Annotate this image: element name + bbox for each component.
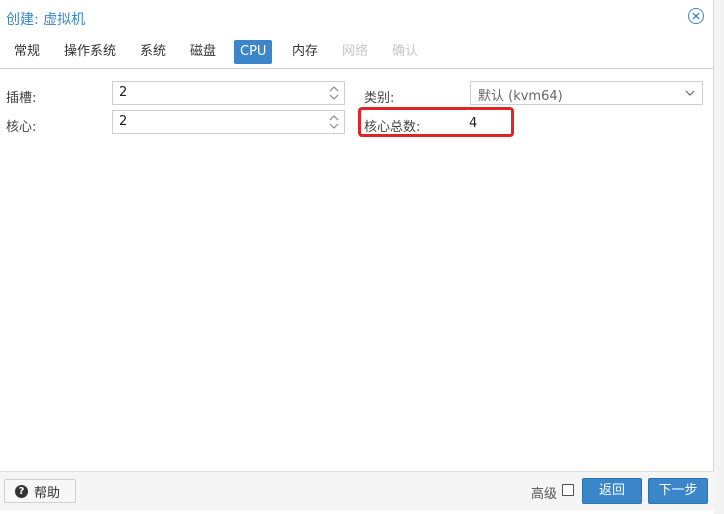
sockets-label: 插槽:	[6, 91, 37, 106]
cores-spinner[interactable]: 2	[112, 110, 345, 134]
tab-system[interactable]: 系统	[134, 40, 172, 64]
tab-bar: 常规 操作系统 系统 磁盘 CPU 内存 网络 确认	[0, 40, 714, 64]
advanced-checkbox[interactable]	[562, 484, 574, 496]
sockets-value: 2	[119, 85, 128, 100]
tab-confirm: 确认	[392, 44, 419, 59]
type-value: 默认 (kvm64)	[478, 89, 563, 104]
next-button[interactable]: 下一步	[648, 478, 708, 504]
type-label: 类别:	[364, 91, 395, 106]
tab-network: 网络	[342, 44, 369, 59]
total-cores-highlight	[358, 107, 514, 137]
chevron-down-icon	[685, 90, 695, 96]
help-button[interactable]: ? 帮助	[4, 479, 76, 503]
advanced-label: 高级	[531, 487, 558, 502]
create-vm-dialog: 创建: 虚拟机 常规 操作系统 系统 磁盘 CPU 内存 网络 确认 插槽: 2…	[0, 0, 714, 510]
type-select[interactable]: 默认 (kvm64)	[470, 81, 703, 105]
tab-general[interactable]: 常规	[8, 40, 46, 64]
help-icon: ?	[15, 484, 28, 498]
help-label: 帮助	[34, 485, 61, 501]
close-button[interactable]	[688, 8, 704, 24]
tab-divider	[0, 68, 714, 69]
spinner-arrows-icon[interactable]	[328, 84, 340, 102]
tab-os[interactable]: 操作系统	[58, 40, 122, 64]
close-icon	[692, 12, 700, 20]
background-strip	[714, 0, 724, 514]
cores-label: 核心:	[6, 120, 37, 135]
back-button[interactable]: 返回	[582, 478, 642, 504]
tab-memory[interactable]: 内存	[286, 40, 324, 64]
tab-disk[interactable]: 磁盘	[184, 40, 222, 64]
tab-cpu[interactable]: CPU	[234, 40, 273, 64]
dialog-title: 创建: 虚拟机	[6, 12, 86, 28]
cores-value: 2	[119, 114, 128, 129]
sockets-spinner[interactable]: 2	[112, 81, 345, 105]
spinner-arrows-icon[interactable]	[328, 113, 340, 131]
dialog-footer: ? 帮助 高级 返回 下一步	[0, 471, 714, 510]
